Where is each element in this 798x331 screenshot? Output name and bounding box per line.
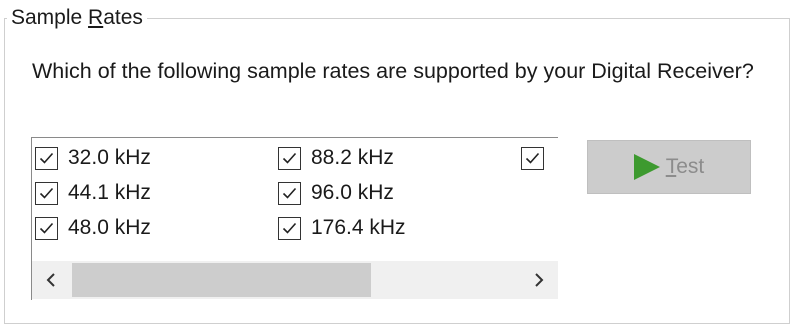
checkmark-icon bbox=[525, 152, 540, 164]
list-item-label: 32.0 kHz bbox=[68, 146, 151, 169]
list-item-label: 44.1 kHz bbox=[68, 181, 151, 204]
checkbox[interactable] bbox=[35, 216, 58, 240]
checkmark-icon bbox=[39, 152, 54, 164]
list-item-label: 48.0 kHz bbox=[68, 216, 151, 239]
list-item-label: 176.4 kHz bbox=[311, 216, 406, 239]
question-text: Which of the following sample rates are … bbox=[32, 59, 754, 83]
checkbox[interactable] bbox=[521, 146, 544, 170]
sample-rates-panel: Sample Rates Which of the following samp… bbox=[0, 0, 798, 331]
test-button[interactable]: Test bbox=[587, 140, 751, 194]
test-button-label: Test bbox=[665, 155, 705, 178]
scroll-right-button[interactable] bbox=[520, 261, 558, 299]
checkbox[interactable] bbox=[278, 181, 301, 205]
list-item[interactable]: 32.0 kHz bbox=[35, 143, 151, 173]
scroll-thumb[interactable] bbox=[72, 263, 371, 297]
checkbox[interactable] bbox=[35, 181, 58, 205]
checkbox[interactable] bbox=[278, 216, 301, 240]
group-title: Sample Rates bbox=[7, 4, 147, 32]
list-item[interactable]: 48.0 kHz bbox=[35, 213, 151, 243]
scroll-left-button[interactable] bbox=[32, 261, 70, 299]
play-icon bbox=[633, 154, 660, 180]
chevron-right-icon bbox=[535, 273, 544, 287]
checkmark-icon bbox=[282, 152, 297, 164]
sample-rate-checklist[interactable]: 32.0 kHz 44.1 kHz 48.0 kHz 88.2 kHz 96.0… bbox=[31, 137, 558, 300]
chevron-left-icon bbox=[46, 273, 55, 287]
list-item[interactable]: 44.1 kHz bbox=[35, 178, 151, 208]
horizontal-scrollbar[interactable] bbox=[32, 261, 558, 299]
checkmark-icon bbox=[39, 187, 54, 199]
list-item[interactable]: 88.2 kHz bbox=[278, 143, 394, 173]
list-item[interactable]: 96.0 kHz bbox=[278, 178, 394, 208]
checkmark-icon bbox=[282, 222, 297, 234]
checkmark-icon bbox=[282, 187, 297, 199]
checkbox[interactable] bbox=[278, 146, 301, 170]
list-item-label: 96.0 kHz bbox=[311, 181, 394, 204]
checkbox[interactable] bbox=[35, 146, 58, 170]
list-item[interactable]: 176.4 kHz bbox=[278, 213, 406, 243]
list-item-label: 88.2 kHz bbox=[311, 146, 394, 169]
checkmark-icon bbox=[39, 222, 54, 234]
list-item[interactable] bbox=[521, 143, 554, 173]
